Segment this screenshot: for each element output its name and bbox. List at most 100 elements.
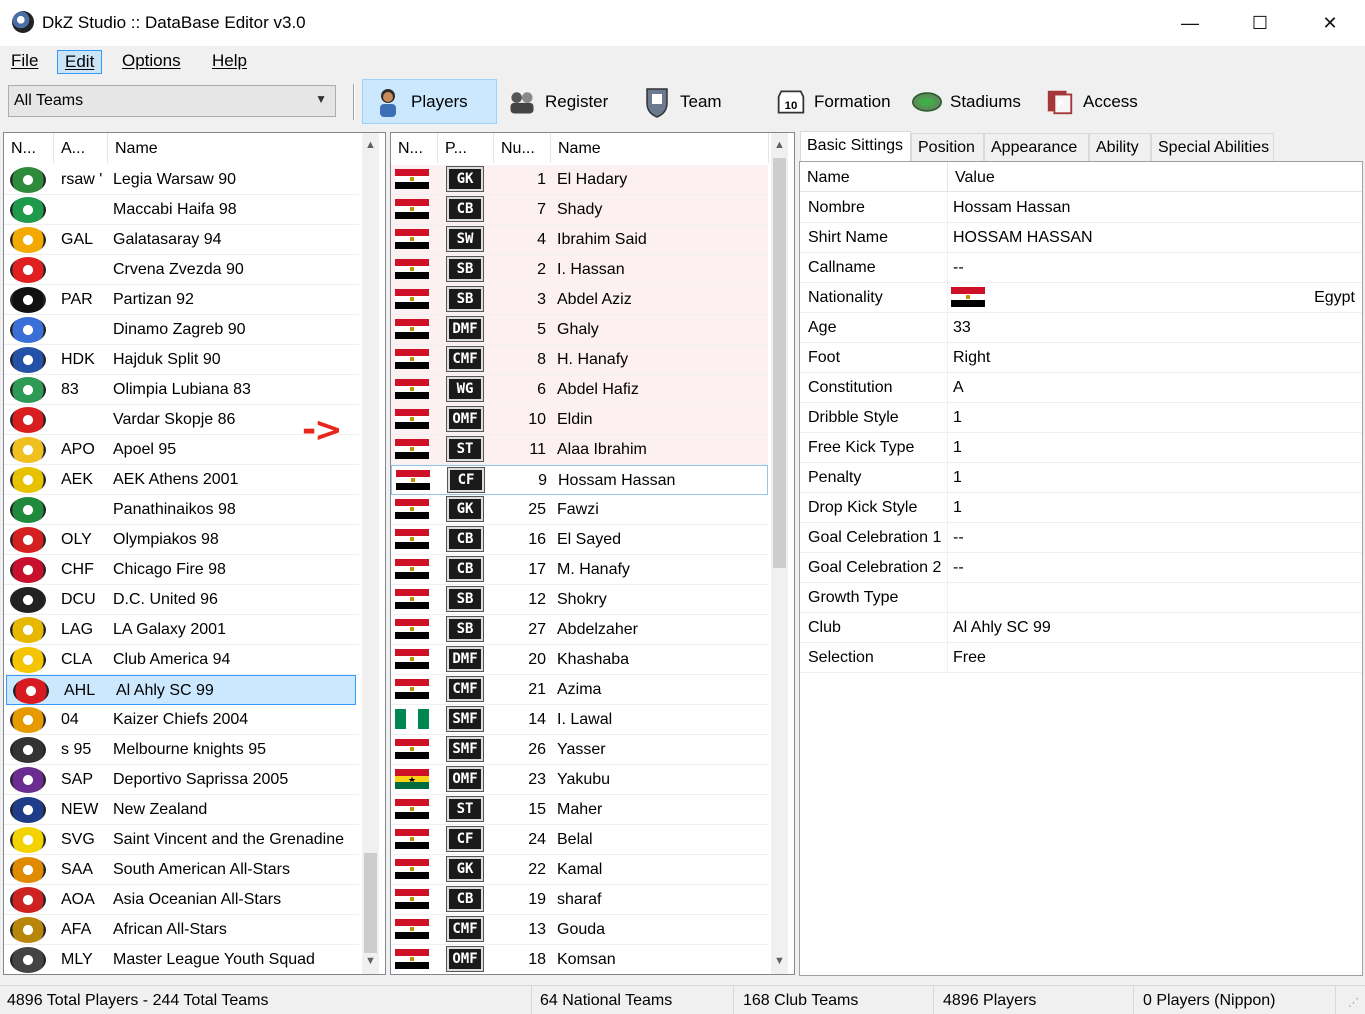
team-button[interactable]: Team [632, 79, 732, 124]
players-col-name[interactable]: Name [551, 133, 769, 163]
team-row[interactable]: OLY Olympiakos 98 [4, 525, 359, 555]
teams-col-name[interactable]: Name [108, 133, 364, 163]
property-row[interactable]: Constitution A [800, 373, 1362, 403]
player-row[interactable]: GK 1 El Hadary [391, 165, 768, 195]
team-row[interactable]: AFA African All-Stars [4, 915, 359, 945]
team-row[interactable]: SAP Deportivo Saprissa 2005 [4, 765, 359, 795]
player-row[interactable]: DMF 20 Khashaba [391, 645, 768, 675]
teams-scrollbar[interactable]: ▲ ▼ [362, 133, 379, 974]
team-row[interactable]: s 95 Melbourne knights 95 [4, 735, 359, 765]
chevron-down-icon[interactable]: ▼ [315, 92, 327, 106]
player-properties-grid[interactable]: Name Value Nombre Hossam Hassan Shirt Name… [799, 161, 1363, 976]
property-value[interactable] [948, 583, 1358, 613]
players-scroll-thumb[interactable] [773, 158, 786, 568]
players-list[interactable]: N... P... Nu... Name GK 1 El Hadary CB 7 Shad… [390, 132, 795, 975]
team-row[interactable]: CHF Chicago Fire 98 [4, 555, 359, 585]
property-value[interactable]: -- [948, 553, 1358, 583]
team-row[interactable]: SAA South American All-Stars [4, 855, 359, 885]
property-row[interactable]: Shirt Name HOSSAM HASSAN [800, 223, 1362, 253]
player-row[interactable]: SMF 26 Yasser [391, 735, 768, 765]
property-row[interactable]: Free Kick Type 1 [800, 433, 1362, 463]
property-row[interactable]: Age 33 [800, 313, 1362, 343]
player-row[interactable]: OMF 18 Komsan [391, 945, 768, 974]
tab-basic-sittings[interactable]: Basic Sittings [800, 131, 911, 162]
property-value[interactable]: Al Ahly SC 99 [948, 613, 1358, 643]
tab-position[interactable]: Position [911, 133, 984, 161]
property-value[interactable]: -- [948, 253, 1358, 283]
team-row[interactable]: AHL Al Ahly SC 99 [6, 675, 356, 705]
player-row[interactable]: OMF 10 Eldin [391, 405, 768, 435]
property-value[interactable]: HOSSAM HASSAN [948, 223, 1358, 253]
property-value[interactable]: Free [948, 643, 1358, 673]
property-row[interactable]: Nombre Hossam Hassan [800, 193, 1362, 223]
minimize-button[interactable]: — [1155, 0, 1225, 46]
property-row[interactable]: Selection Free [800, 643, 1362, 673]
property-row[interactable]: Goal Celebration 2 -- [800, 553, 1362, 583]
teams-list[interactable]: N... A... Name rsaw ' Legia Warsaw 90 Macc… [3, 132, 386, 975]
team-row[interactable]: CLA Club America 94 [4, 645, 359, 675]
team-row[interactable]: LAG LA Galaxy 2001 [4, 615, 359, 645]
property-row[interactable]: Goal Celebration 1 -- [800, 523, 1362, 553]
player-row[interactable]: CMF 13 Gouda [391, 915, 768, 945]
menu-file[interactable]: File [4, 50, 45, 74]
player-row[interactable]: GK 22 Kamal [391, 855, 768, 885]
player-row[interactable]: CMF 21 Azima [391, 675, 768, 705]
teams-col-number[interactable]: N... [4, 133, 54, 163]
player-row[interactable]: CB 7 Shady [391, 195, 768, 225]
property-row[interactable]: Nationality Egypt [800, 283, 1362, 313]
menu-help[interactable]: Help [205, 50, 254, 74]
property-row[interactable]: Foot Right [800, 343, 1362, 373]
team-row[interactable]: MLY Master League Youth Squad [4, 945, 359, 974]
team-row[interactable]: Crvena Zvezda 90 [4, 255, 359, 285]
property-value[interactable]: 1 [948, 433, 1358, 463]
player-row[interactable]: ST 15 Maher [391, 795, 768, 825]
players-col-position[interactable]: P... [438, 133, 494, 163]
team-row[interactable]: 04 Kaizer Chiefs 2004 [4, 705, 359, 735]
props-col-name[interactable]: Name [800, 162, 948, 192]
property-value[interactable]: 1 [948, 493, 1358, 523]
scroll-up-icon[interactable]: ▲ [362, 139, 379, 156]
property-value[interactable]: 1 [948, 463, 1358, 493]
player-row[interactable]: CF 24 Belal [391, 825, 768, 855]
resize-grip-icon[interactable]: ⋰ [1348, 996, 1359, 1009]
team-row[interactable]: Panathinaikos 98 [4, 495, 359, 525]
menu-edit[interactable]: Edit [57, 50, 103, 74]
player-row[interactable]: SB 2 I. Hassan [391, 255, 768, 285]
scroll-down-icon[interactable]: ▼ [362, 955, 379, 972]
register-button[interactable]: Register [497, 79, 618, 124]
stadiums-button[interactable]: Stadiums [902, 79, 1031, 124]
teams-col-abbr[interactable]: A... [54, 133, 108, 163]
team-row[interactable]: DCU D.C. United 96 [4, 585, 359, 615]
property-value[interactable]: 1 [948, 403, 1358, 433]
tab-appearance[interactable]: Appearance [984, 133, 1089, 161]
property-row[interactable]: Penalty 1 [800, 463, 1362, 493]
scroll-down-icon[interactable]: ▼ [771, 955, 788, 972]
team-row[interactable]: AOA Asia Oceanian All-Stars [4, 885, 359, 915]
team-filter-select[interactable]: All Teams ▼ [8, 85, 336, 117]
player-row[interactable]: SB 27 Abdelzaher [391, 615, 768, 645]
player-row[interactable]: GK 25 Fawzi [391, 495, 768, 525]
scroll-up-icon[interactable]: ▲ [771, 139, 788, 156]
player-row[interactable]: OMF 23 Yakubu [391, 765, 768, 795]
access-button[interactable]: A Access [1035, 79, 1148, 124]
players-col-nation[interactable]: N... [391, 133, 438, 163]
player-row[interactable]: ST 11 Alaa Ibrahim [391, 435, 768, 465]
player-row[interactable]: CF 9 Hossam Hassan [391, 465, 768, 495]
formation-button[interactable]: 10 Formation [766, 79, 901, 124]
player-row[interactable]: CB 16 El Sayed [391, 525, 768, 555]
tab-ability[interactable]: Ability [1089, 133, 1151, 161]
property-value[interactable]: 33 [948, 313, 1358, 343]
property-row[interactable]: Growth Type [800, 583, 1362, 613]
property-row[interactable]: Dribble Style 1 [800, 403, 1362, 433]
team-row[interactable]: Maccabi Haifa 98 [4, 195, 359, 225]
maximize-button[interactable]: ☐ [1225, 0, 1295, 46]
teams-scroll-thumb[interactable] [364, 853, 377, 953]
player-row[interactable]: DMF 5 Ghaly [391, 315, 768, 345]
team-row[interactable]: GAL Galatasaray 94 [4, 225, 359, 255]
team-row[interactable]: 83 Olimpia Lubiana 83 [4, 375, 359, 405]
property-value[interactable]: Egypt [1240, 283, 1360, 313]
player-row[interactable]: SB 12 Shokry [391, 585, 768, 615]
props-col-value[interactable]: Value [948, 162, 1362, 192]
property-row[interactable]: Club Al Ahly SC 99 [800, 613, 1362, 643]
player-row[interactable]: SB 3 Abdel Aziz [391, 285, 768, 315]
